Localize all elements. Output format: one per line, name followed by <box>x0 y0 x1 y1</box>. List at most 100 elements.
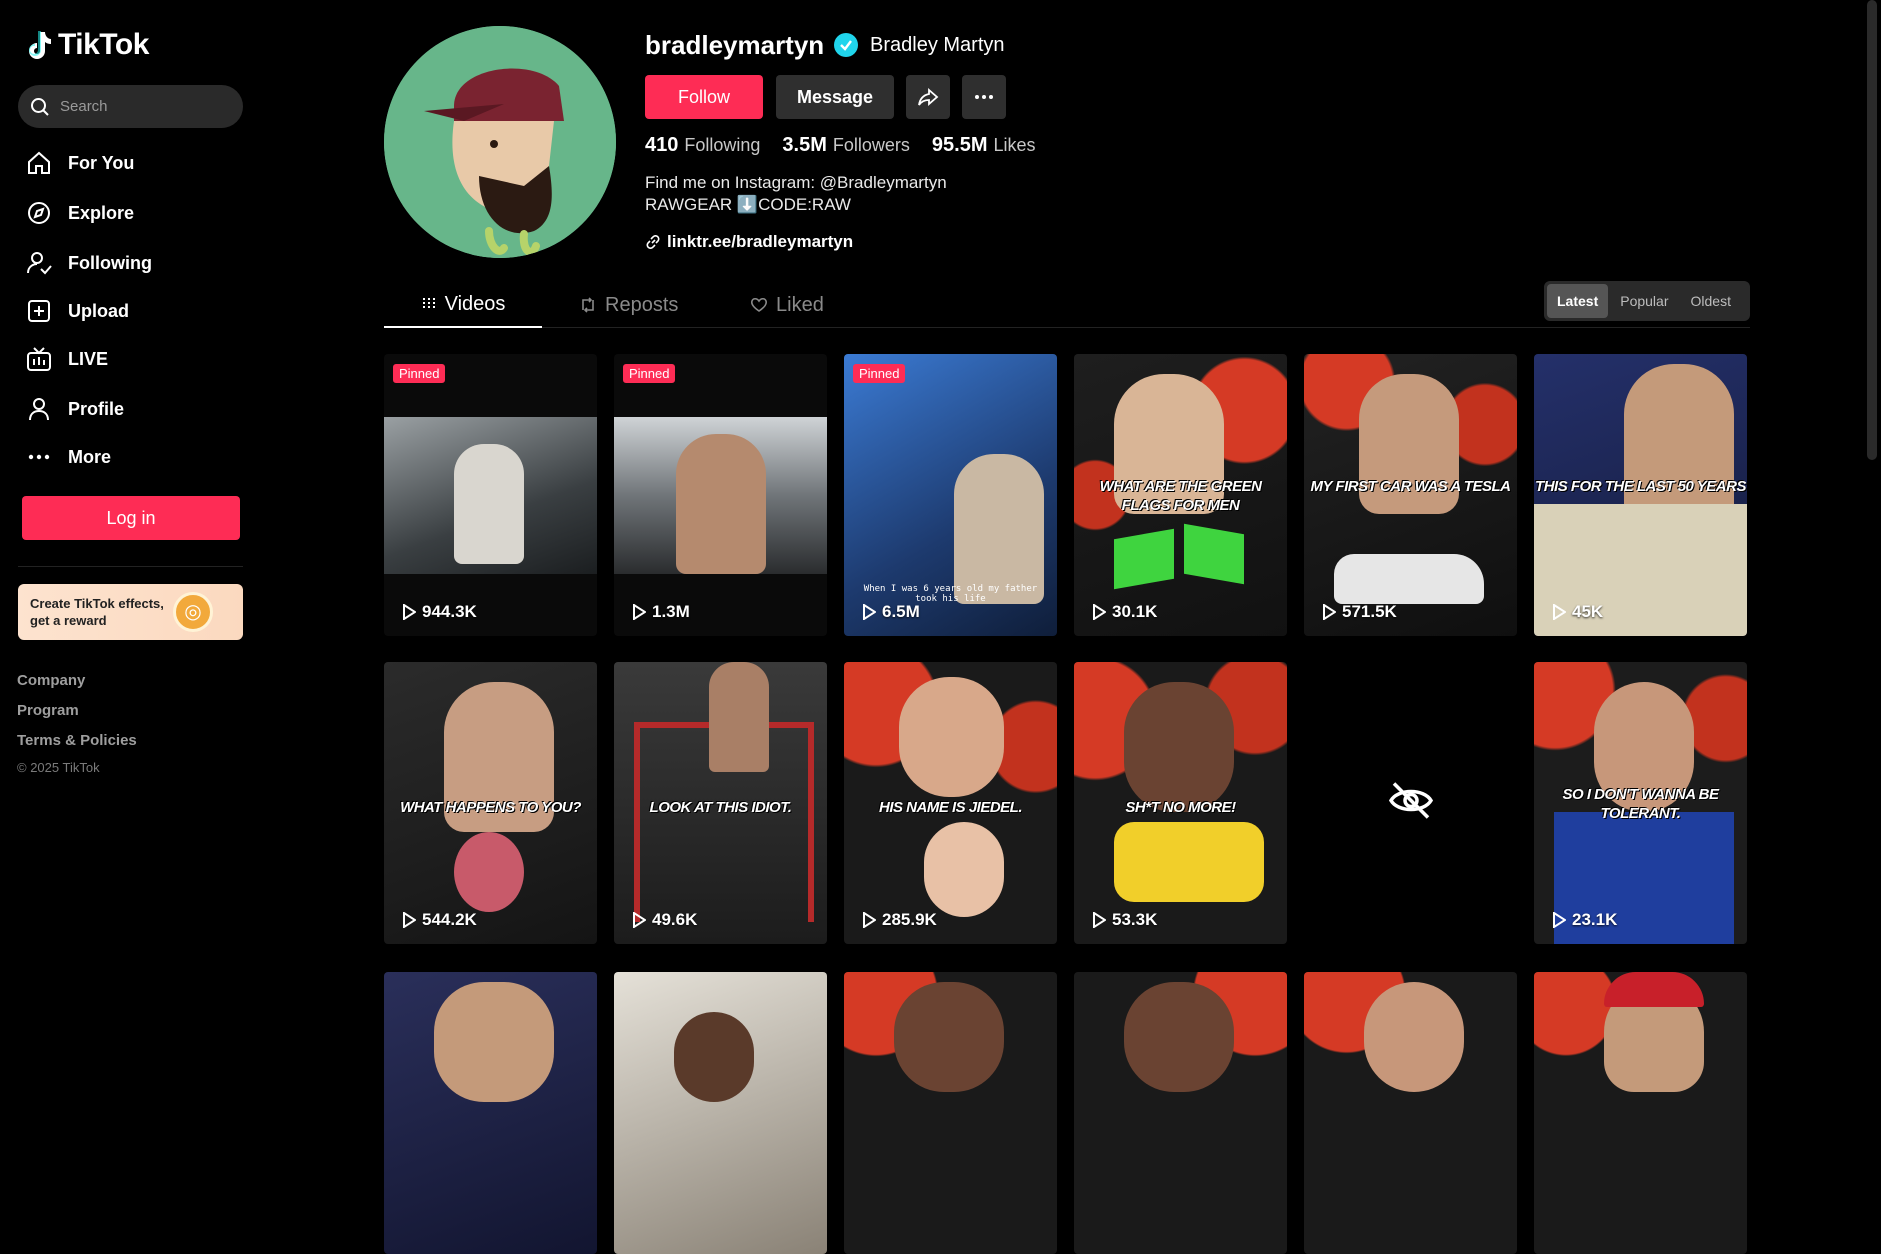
nav-label: Profile <box>68 398 125 419</box>
view-count: 571.5K <box>1322 602 1397 622</box>
divider <box>18 566 243 567</box>
play-icon <box>1093 604 1106 620</box>
footer-terms[interactable]: Terms & Policies <box>17 732 137 749</box>
video-tile[interactable] <box>384 972 597 1254</box>
video-tile[interactable]: HIS NAME IS JIEDEL. 285.9K <box>844 662 1057 944</box>
ellipsis-icon <box>975 95 993 99</box>
play-icon <box>1093 912 1106 928</box>
login-button[interactable]: Log in <box>22 496 240 540</box>
view-count: 944.3K <box>402 602 477 622</box>
pinned-badge: Pinned <box>393 364 446 383</box>
play-icon <box>403 604 416 620</box>
view-count-text: 6.5M <box>882 602 920 621</box>
nav-label: More <box>68 446 112 467</box>
bio-line: RAWGEAR ⬇️CODE:RAW <box>645 195 851 214</box>
view-count-text: 285.9K <box>882 910 937 929</box>
video-tile[interactable]: MY FIRST CAR WAS A TESLA 571.5K <box>1304 354 1517 636</box>
grid-icon <box>422 298 435 310</box>
sort-latest[interactable]: Latest <box>1547 284 1609 318</box>
video-tile[interactable] <box>844 972 1057 1254</box>
compass-icon <box>26 200 52 226</box>
view-count: 49.6K <box>632 910 697 930</box>
video-tile[interactable]: SO I DON'T WANNA BE TOLERANT. 23.1K <box>1534 662 1747 944</box>
nav-for-you[interactable]: For You <box>26 150 134 176</box>
view-count-text: 1.3M <box>652 602 690 621</box>
video-tile[interactable] <box>614 972 827 1254</box>
video-tile[interactable]: THIS FOR THE LAST 50 YEARS 45K <box>1534 354 1747 636</box>
thumbnail-shirt <box>1114 822 1264 902</box>
nav-following[interactable]: Following <box>26 250 152 276</box>
video-tile[interactable] <box>1534 972 1747 1254</box>
page-scrollbar[interactable] <box>1867 0 1877 460</box>
sidebar: TikTok For You Explore Following Upload <box>0 0 260 1080</box>
view-count: 6.5M <box>862 602 920 622</box>
video-tile[interactable]: Pinned 944.3K <box>384 354 597 636</box>
video-tile[interactable]: WHAT ARE THE GREEN FLAGS FOR MEN 30.1K <box>1074 354 1287 636</box>
profile-icon <box>26 396 52 422</box>
view-count-text: 49.6K <box>652 910 698 929</box>
tab-label: Reposts <box>605 293 679 316</box>
view-count-text: 544.2K <box>422 910 477 929</box>
thumbnail-figure <box>899 677 1004 797</box>
sort-oldest[interactable]: Oldest <box>1681 284 1741 318</box>
tab-reposts[interactable]: Reposts <box>579 282 689 328</box>
thumbnail-figure <box>454 444 524 564</box>
thumbnail-figure <box>954 454 1044 604</box>
thumbnail-figure <box>1124 982 1234 1092</box>
tab-videos[interactable]: Videos <box>384 282 542 328</box>
search-input[interactable] <box>60 98 230 115</box>
nav-label: Explore <box>68 202 135 223</box>
search-bar[interactable] <box>18 85 243 128</box>
nav-label: For You <box>68 152 135 173</box>
video-tile[interactable]: WHAT HAPPENS TO YOU? 544.2K <box>384 662 597 944</box>
profile-stats: 410 Following 3.5M Followers 95.5M Likes <box>645 134 1036 157</box>
more-options-button[interactable] <box>962 75 1006 119</box>
view-count-text: 944.3K <box>422 602 477 621</box>
share-button[interactable] <box>906 75 950 119</box>
profile-link[interactable]: linktr.ee/bradleymartyn <box>645 232 853 252</box>
tab-label: Videos <box>444 292 506 315</box>
video-tile[interactable]: Pinned 1.3M <box>614 354 827 636</box>
effects-banner[interactable]: Create TikTok effects, get a reward ◎ <box>18 584 243 640</box>
stat-following[interactable]: 410 Following <box>645 134 760 157</box>
view-count: 1.3M <box>632 602 690 622</box>
sort-popular[interactable]: Popular <box>1610 284 1678 318</box>
nav-live[interactable]: LIVE <box>26 346 108 372</box>
view-count-text: 45K <box>1572 602 1604 621</box>
video-tile[interactable]: SH*T NO MORE! 53.3K <box>1074 662 1287 944</box>
nav-label: Following <box>68 252 152 273</box>
tab-liked[interactable]: Liked <box>750 282 840 328</box>
pinned-badge: Pinned <box>623 364 676 383</box>
follow-button[interactable]: Follow <box>645 75 763 119</box>
pinned-badge: Pinned <box>853 364 906 383</box>
video-tile-hidden[interactable] <box>1304 662 1517 944</box>
nav-more[interactable]: More <box>26 444 111 470</box>
home-icon <box>26 150 52 176</box>
stat-followers[interactable]: 3.5M Followers <box>782 134 910 157</box>
red-cap <box>1604 972 1704 1007</box>
tiktok-note-icon <box>29 31 51 59</box>
play-icon <box>1553 604 1566 620</box>
nav-label: LIVE <box>68 348 109 369</box>
play-icon <box>1553 912 1566 928</box>
footer-program[interactable]: Program <box>17 702 79 719</box>
username: bradleymartyn <box>645 30 825 60</box>
repost-icon <box>582 297 594 313</box>
video-tile[interactable] <box>1074 972 1287 1254</box>
kidney-graphic <box>454 832 524 912</box>
share-icon <box>918 88 939 106</box>
nav-profile[interactable]: Profile <box>26 396 124 422</box>
message-button[interactable]: Message <box>776 75 894 119</box>
play-icon <box>633 912 646 928</box>
nav-upload[interactable]: Upload <box>26 298 129 324</box>
tiktok-logo[interactable]: TikTok <box>26 28 149 62</box>
video-tile[interactable]: LOOK AT THIS IDIOT. 49.6K <box>614 662 827 944</box>
thumbnail-figure <box>709 662 769 772</box>
nav-explore[interactable]: Explore <box>26 200 134 226</box>
video-tile[interactable] <box>1304 972 1517 1254</box>
video-tile[interactable]: Pinned When I was 6 years old my father … <box>844 354 1057 636</box>
footer-company[interactable]: Company <box>17 672 85 689</box>
sort-toggle: Latest Popular Oldest <box>1544 281 1750 321</box>
video-caption: WHAT ARE THE GREEN FLAGS FOR MEN <box>1099 478 1262 514</box>
view-count: 285.9K <box>862 910 937 930</box>
